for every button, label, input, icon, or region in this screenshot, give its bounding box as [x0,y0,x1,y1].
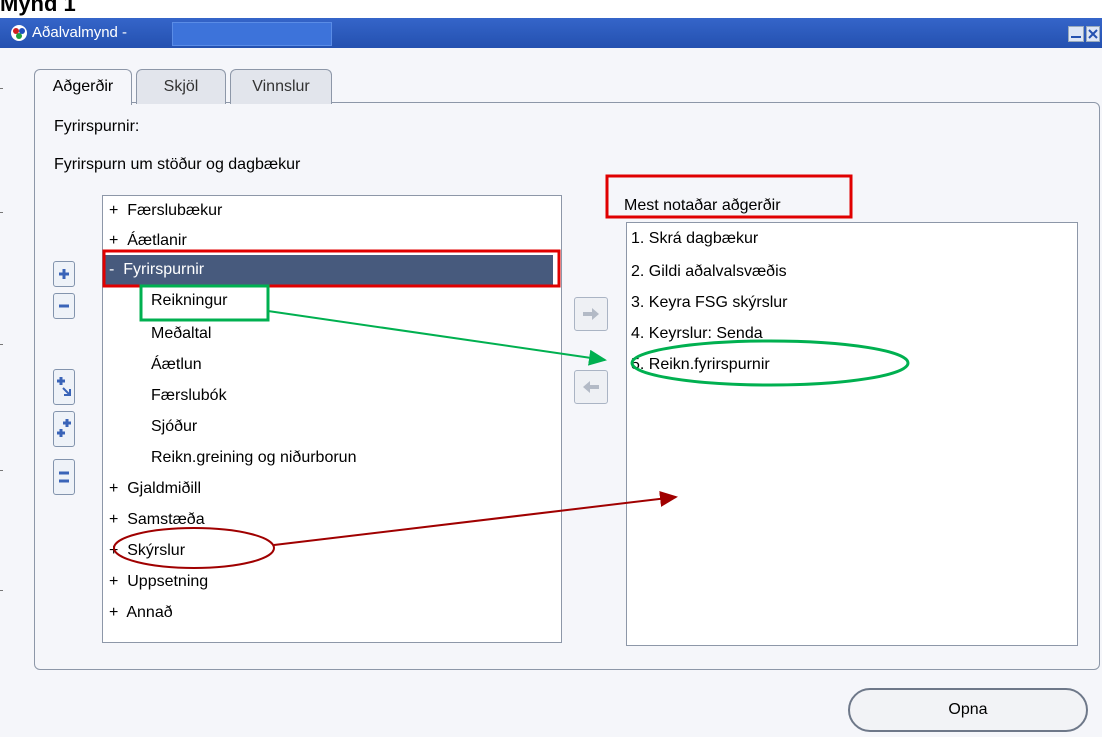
tree-item-samstaeda[interactable]: + Samstæða [109,506,205,534]
window-titlebar: Aðalvalmynd - [0,18,1102,48]
tab-adgerdir[interactable]: Aðgerðir [34,69,132,105]
favorite-item[interactable]: 2. Gildi aðalvalsvæðis [631,258,787,286]
navigator-tree[interactable]: + Færslubækur + Áætlanir - Fyrirspurnir … [102,195,562,643]
minimize-icon[interactable] [1068,26,1084,42]
remove-from-favorites-button[interactable] [574,370,608,404]
tree-item-faerslubaekur[interactable]: + Færslubækur [109,197,222,225]
favorite-item[interactable]: 5. Reikn.fyrirspurnir [631,351,770,379]
tree-item-skyrslur[interactable]: + Skýrslur [109,537,185,565]
tree-item-faerslubok[interactable]: Færslubók [151,382,227,410]
section-heading: Fyrirspurnir: [54,118,140,135]
redacted-title-field [172,22,332,46]
tree-item-aaetlanir[interactable]: + Áætlanir [109,227,187,255]
tab-skjol[interactable]: Skjöl [136,69,226,104]
oracle-apps-icon [11,25,27,41]
favorite-item[interactable]: 1. Skrá dagbækur [631,225,758,253]
section-subheading: Fyrirspurn um stöður og dagbækur [54,156,301,173]
tab-vinnslur[interactable]: Vinnslur [230,69,332,104]
close-icon[interactable] [1086,26,1100,42]
tree-item-sjodur[interactable]: Sjóður [151,413,197,441]
collapse-all-icon[interactable] [53,459,75,495]
tree-item-reikningur[interactable]: Reikningur [151,287,227,315]
figure-caption: Mynd 1 [0,0,76,16]
expand-icon[interactable] [53,261,75,287]
favorite-item[interactable]: 3. Keyra FSG skýrslur [631,289,787,317]
tree-item-aaetlun[interactable]: Áætlun [151,351,202,379]
open-button[interactable]: Opna [848,688,1088,732]
tree-item-annad[interactable]: + Annað [109,599,173,627]
tree-item-reikn-greining[interactable]: Reikn.greining og niðurborun [151,444,356,472]
favorites-heading: Mest notaðar aðgerðir [624,197,781,214]
favorites-list[interactable]: 1. Skrá dagbækur 2. Gildi aðalvalsvæðis … [626,222,1078,646]
tree-item-medaltal[interactable]: Meðaltal [151,320,211,348]
window-title: Aðalvalmynd - [32,24,128,41]
expand-branch-icon[interactable] [53,369,75,405]
collapse-icon[interactable] [53,293,75,319]
tree-item-fyrirspurnir[interactable]: - Fyrirspurnir [103,255,553,285]
favorite-item[interactable]: 4. Keyrslur: Senda [631,320,763,348]
tree-item-uppsetning[interactable]: + Uppsetning [109,568,208,596]
add-to-favorites-button[interactable] [574,297,608,331]
expand-all-icon[interactable] [53,411,75,447]
tree-item-gjaldmidill[interactable]: + Gjaldmiðill [109,475,201,503]
